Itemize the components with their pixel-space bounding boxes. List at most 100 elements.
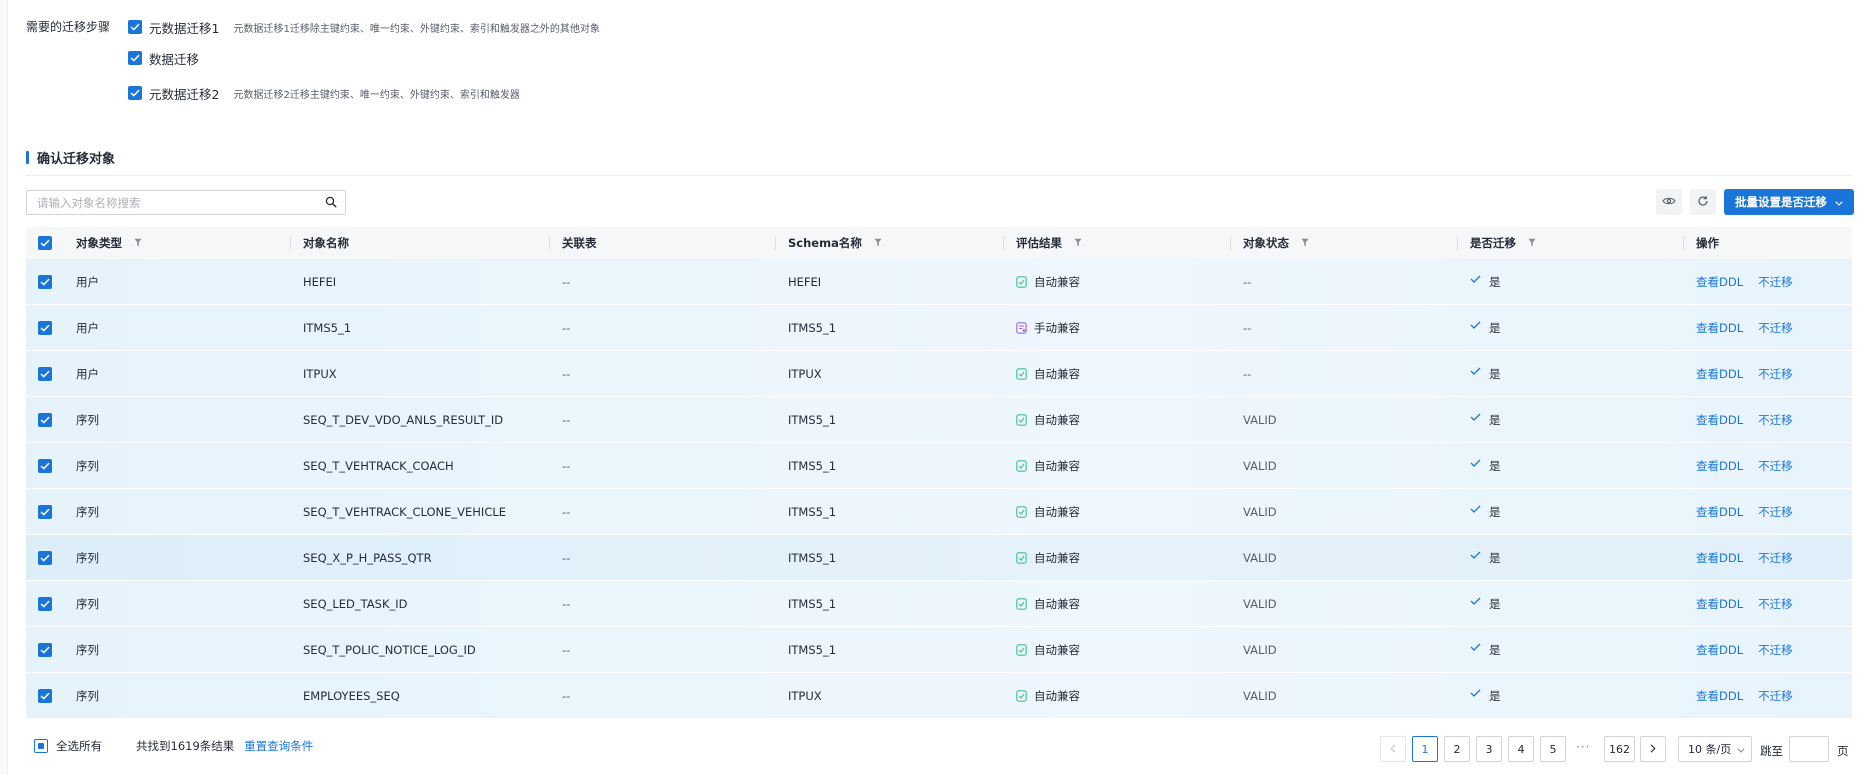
skip-migration-link[interactable]: 不迁移 [1758,596,1793,612]
schema-name: ITMS5_1 [788,643,837,657]
step-checkbox[interactable] [128,20,142,34]
reset-query-link[interactable]: 重置查询条件 [244,738,313,754]
batch-set-migrate-button[interactable]: 批量设置是否迁移 [1724,189,1854,215]
result-count: 共找到1619条结果 [136,739,235,753]
skip-migration-link[interactable]: 不迁移 [1758,504,1793,520]
table-row[interactable]: 用户 ITPUX -- ITPUX 自动兼容 -- 是 查看DDL 不迁移 [26,351,1852,397]
jump-page-input[interactable] [1789,736,1829,762]
skip-migration-link[interactable]: 不迁移 [1758,688,1793,704]
row-actions: 查看DDL 不迁移 [1696,397,1808,443]
next-page-button[interactable] [1640,736,1666,762]
section-title-text: 确认迁移对象 [37,152,116,167]
chevron-down-icon [1835,195,1843,209]
step-item[interactable]: 数据迁移 [128,49,199,67]
column-separator [775,236,776,250]
table-row[interactable]: 用户 HEFEI -- HEFEI 自动兼容 -- 是 查看DDL 不迁移 [26,259,1852,305]
table-row[interactable]: 用户 ITMS5_1 -- ITMS5_1 手动兼容 -- 是 查看DDL 不迁移 [26,305,1852,351]
search-input[interactable] [27,191,307,214]
step-label: 元数据迁移2 [149,86,220,102]
assessment-result-text: 自动兼容 [1034,505,1080,519]
page-number[interactable]: 4 [1508,736,1534,762]
filter-icon[interactable] [1301,236,1309,250]
table-row[interactable]: 序列 SEQ_X_P_H_PASS_QTR -- ITMS5_1 自动兼容 VALID 是 查… [26,535,1852,581]
object-name: ITPUX [303,367,337,381]
column-header: Schema名称 [788,227,882,259]
object-name: ITMS5_1 [303,321,352,335]
row-checkbox[interactable] [38,321,52,335]
skip-migration-link[interactable]: 不迁移 [1758,366,1793,382]
step-item[interactable]: 元数据迁移2 元数据迁移2迁移主键约束、唯一约束、外键约束、索引和触发器 [128,84,520,102]
view-ddl-link[interactable]: 查看DDL [1696,688,1743,704]
auto-compatible-icon [1016,690,1027,702]
view-ddl-link[interactable]: 查看DDL [1696,458,1743,474]
header-select-checkbox[interactable] [38,236,52,250]
table-header: 对象类型 对象名称 关联表 Schema名称 评估结果 对象状态 是否迁移 操作 [26,227,1852,259]
table-row[interactable]: 序列 SEQ_T_VEHTRACK_COACH -- ITMS5_1 自动兼容 VALID… [26,443,1852,489]
table-row[interactable]: 序列 SEQ_T_VEHTRACK_CLONE_VEHICLE -- ITMS5_1 自… [26,489,1852,535]
filter-icon[interactable] [134,236,142,250]
refresh-button[interactable] [1690,189,1716,215]
view-ddl-link[interactable]: 查看DDL [1696,596,1743,612]
last-page-number[interactable]: 162 [1604,736,1635,762]
row-checkbox[interactable] [38,551,52,565]
view-columns-button[interactable] [1656,189,1682,215]
column-header-label: 对象名称 [303,236,349,250]
skip-migration-link[interactable]: 不迁移 [1758,274,1793,290]
select-all-label: 全选所有 [56,739,102,753]
filter-icon[interactable] [1528,236,1536,250]
skip-migration-link[interactable]: 不迁移 [1758,642,1793,658]
view-ddl-link[interactable]: 查看DDL [1696,274,1743,290]
skip-migration-link[interactable]: 不迁移 [1758,458,1793,474]
filter-icon[interactable] [1074,236,1082,250]
view-ddl-link[interactable]: 查看DDL [1696,504,1743,520]
related-table: -- [562,505,571,519]
search-icon[interactable] [325,196,337,211]
view-ddl-link[interactable]: 查看DDL [1696,642,1743,658]
row-checkbox[interactable] [38,413,52,427]
view-ddl-link[interactable]: 查看DDL [1696,550,1743,566]
view-ddl-link[interactable]: 查看DDL [1696,412,1743,428]
table-row[interactable]: 序列 SEQ_T_DEV_VDO_ANLS_RESULT_ID -- ITMS5_1 自… [26,397,1852,443]
object-status: -- [1243,321,1252,335]
row-checkbox[interactable] [38,643,52,657]
view-ddl-link[interactable]: 查看DDL [1696,366,1743,382]
skip-migration-link[interactable]: 不迁移 [1758,412,1793,428]
row-checkbox[interactable] [38,367,52,381]
step-checkbox[interactable] [128,86,142,100]
filter-icon[interactable] [874,236,882,250]
page-number[interactable]: 2 [1444,736,1470,762]
row-checkbox[interactable] [38,597,52,611]
page-number[interactable]: 3 [1476,736,1502,762]
page-number[interactable]: 5 [1540,736,1566,762]
page-number[interactable]: 1 [1412,736,1438,762]
page-ellipsis[interactable]: ··· [1576,740,1590,754]
related-table: -- [562,551,571,565]
schema-name: HEFEI [788,275,822,289]
step-checkbox[interactable] [128,51,142,65]
related-table: -- [562,321,571,335]
table-row[interactable]: 序列 SEQ_T_POLIC_NOTICE_LOG_ID -- ITMS5_1 自动兼容… [26,627,1852,673]
table-row[interactable]: 序列 SEQ_LED_TASK_ID -- ITMS5_1 自动兼容 VALID 是 查看DD… [26,581,1852,627]
skip-migration-link[interactable]: 不迁移 [1758,320,1793,336]
row-checkbox[interactable] [38,275,52,289]
object-type: 序列 [76,597,99,611]
table-row[interactable]: 序列 EMPLOYEES_SEQ -- ITPUX 自动兼容 VALID 是 查看DDL 不迁移 [26,673,1852,719]
assessment-result: 自动兼容 [1016,489,1080,535]
migrate-flag-text: 是 [1489,321,1501,335]
row-checkbox[interactable] [38,459,52,473]
select-all-checkbox[interactable] [34,739,48,753]
column-header: 对象状态 [1243,227,1309,259]
related-table: -- [562,689,571,703]
step-item[interactable]: 元数据迁移1 元数据迁移1迁移除主键约束、唯一约束、外键约束、索引和触发器之外的其… [128,18,600,36]
row-checkbox[interactable] [38,689,52,703]
skip-migration-link[interactable]: 不迁移 [1758,550,1793,566]
view-ddl-link[interactable]: 查看DDL [1696,320,1743,336]
row-actions: 查看DDL 不迁移 [1696,305,1808,351]
object-name: SEQ_T_POLIC_NOTICE_LOG_ID [303,643,476,657]
row-checkbox[interactable] [38,505,52,519]
page-size-select[interactable]: 10 条/页 [1678,736,1752,762]
prev-page-button[interactable] [1380,736,1406,762]
schema-name: ITMS5_1 [788,597,837,611]
step-description: 元数据迁移1迁移除主键约束、唯一约束、外键约束、索引和触发器之外的其他对象 [233,23,600,35]
object-type: 序列 [76,551,99,565]
